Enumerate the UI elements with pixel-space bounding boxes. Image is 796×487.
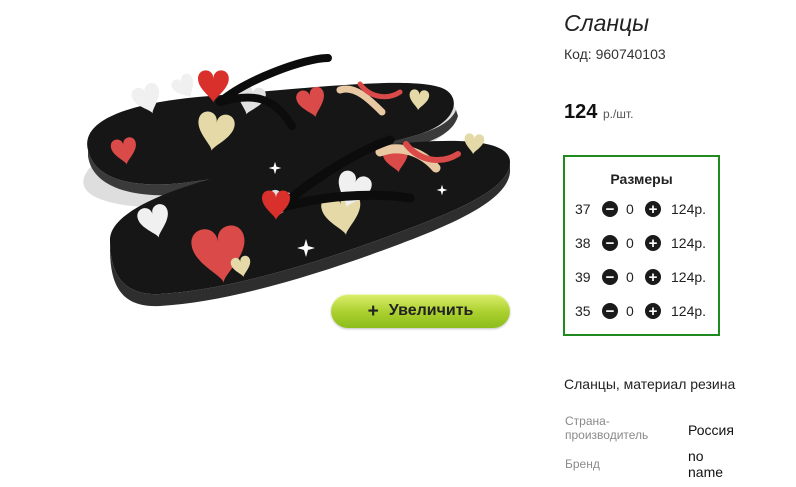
sizes-title: Размеры	[610, 171, 673, 187]
product-image	[83, 54, 510, 307]
size-value: 38	[575, 235, 591, 251]
product-code-label: Код:	[564, 46, 592, 62]
product-code: Код: 960740103	[564, 46, 666, 62]
quantity-value: 0	[626, 269, 634, 285]
size-price: 124р.	[671, 303, 707, 319]
size-value: 35	[575, 303, 591, 319]
size-row: 38 − 0 + 124р.	[565, 233, 718, 253]
spec-value-country: Россия	[688, 422, 734, 438]
zoom-button[interactable]: + Увеличить	[331, 294, 510, 328]
spec-value-line: Россия	[688, 422, 734, 438]
price-unit: р./шт.	[602, 107, 634, 121]
spec-label-line: Бренд	[565, 457, 600, 471]
size-value: 37	[575, 201, 591, 217]
product-description: Сланцы, материал резина	[564, 376, 736, 392]
minus-icon[interactable]: −	[602, 235, 618, 251]
minus-icon[interactable]: −	[602, 303, 618, 319]
quantity-value: 0	[626, 201, 634, 217]
minus-icon[interactable]: −	[602, 201, 618, 217]
spec-label-brand: Бренд	[565, 457, 600, 471]
quantity-value: 0	[626, 235, 634, 251]
zoom-button-label: Увеличить	[388, 302, 474, 319]
spec-label-line: Страна-	[565, 414, 610, 428]
plus-icon: +	[367, 300, 379, 322]
size-price: 124р.	[671, 201, 707, 217]
size-price: 124р.	[671, 235, 707, 251]
product-price: 124 р./шт.	[564, 101, 633, 124]
size-row: 35 − 0 + 124р.	[565, 301, 718, 321]
minus-icon[interactable]: −	[602, 269, 618, 285]
plus-icon[interactable]: +	[645, 303, 661, 319]
size-price: 124р.	[671, 269, 707, 285]
spec-label-country: Страна- производитель	[565, 414, 648, 442]
price-amount: 124	[564, 101, 598, 123]
plus-icon[interactable]: +	[645, 269, 661, 285]
quantity-value: 0	[626, 303, 634, 319]
plus-icon[interactable]: +	[645, 235, 661, 251]
spec-label-line: производитель	[565, 428, 649, 442]
size-row: 39 − 0 + 124р.	[565, 267, 718, 287]
product-code-value: 960740103	[595, 46, 666, 62]
size-value: 39	[575, 269, 591, 285]
spec-value-line: no	[688, 448, 704, 464]
plus-icon[interactable]: +	[645, 201, 661, 217]
product-title: Сланцы	[564, 10, 650, 36]
spec-value-line: name	[688, 464, 724, 480]
size-row: 37 − 0 + 124р.	[565, 199, 718, 219]
spec-value-brand: no name	[688, 448, 723, 480]
sizes-panel: Размеры 37 − 0 + 124р. 38 − 0 + 124р. 39…	[563, 155, 720, 336]
